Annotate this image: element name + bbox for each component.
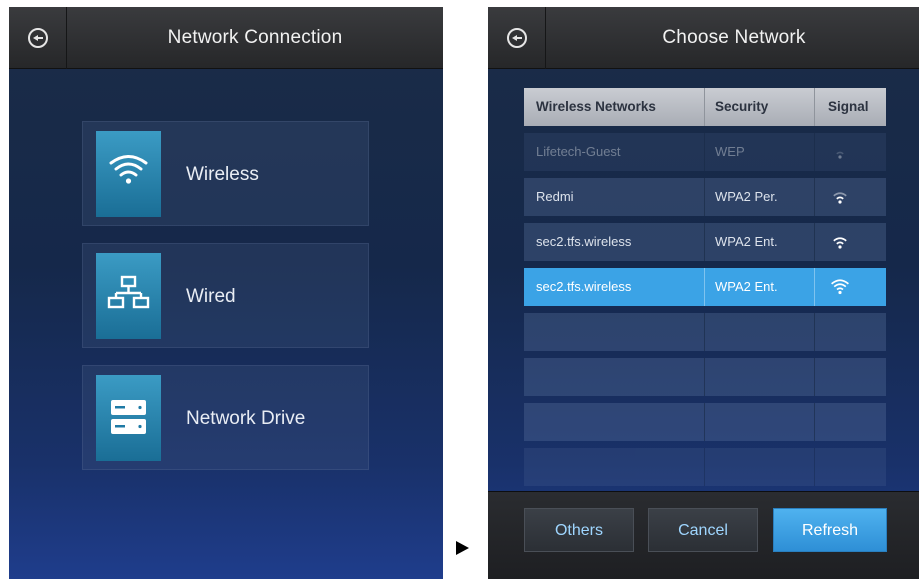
table-row[interactable]: Lifetech-Guest WEP <box>524 133 886 171</box>
transition-arrow-icon <box>456 541 469 555</box>
signal-full-icon <box>830 277 850 297</box>
table-row-selected[interactable]: sec2.tfs.wireless WPA2 Ent. <box>524 268 886 306</box>
signal-medium-icon <box>830 187 850 207</box>
network-name: sec2.tfs.wireless <box>536 234 632 249</box>
wired-option[interactable]: Wired <box>82 243 369 348</box>
network-connection-screen: Network Connection Wireless Wired Networ… <box>9 7 443 579</box>
empty-table-row <box>524 358 886 396</box>
refresh-button[interactable]: Refresh <box>773 508 887 552</box>
server-drive-icon <box>96 375 161 461</box>
bottom-action-bar: Others Cancel Refresh <box>488 491 919 579</box>
back-button[interactable] <box>9 7 67 69</box>
table-header: Wireless Networks Security Signal <box>524 88 886 126</box>
network-drive-option[interactable]: Network Drive <box>82 365 369 470</box>
wireless-label: Wireless <box>186 164 259 185</box>
network-security: WPA2 Ent. <box>715 279 778 294</box>
page-title: Network Connection <box>167 27 343 48</box>
wired-label: Wired <box>186 286 236 307</box>
table-row[interactable]: Redmi WPA2 Per. <box>524 178 886 216</box>
network-name: Redmi <box>536 189 574 204</box>
back-arrow-icon <box>507 28 527 48</box>
wireless-option[interactable]: Wireless <box>82 121 369 226</box>
network-tree-icon <box>96 253 161 339</box>
page-title: Choose Network <box>662 27 806 48</box>
network-security: WEP <box>715 144 745 159</box>
others-button[interactable]: Others <box>524 508 634 552</box>
signal-strong-icon <box>830 232 850 252</box>
network-drive-label: Network Drive <box>186 408 306 429</box>
cancel-button[interactable]: Cancel <box>648 508 758 552</box>
network-security: WPA2 Per. <box>715 189 778 204</box>
network-security: WPA2 Ent. <box>715 234 778 249</box>
choose-network-screen: Choose Network Wireless Networks Securit… <box>488 7 919 579</box>
empty-table-row <box>524 448 886 486</box>
network-name: Lifetech-Guest <box>536 144 621 159</box>
network-name: sec2.tfs.wireless <box>536 279 632 294</box>
header-security: Security <box>715 99 769 114</box>
empty-table-row <box>524 313 886 351</box>
empty-table-row <box>524 403 886 441</box>
header-wireless-networks: Wireless Networks <box>536 99 656 114</box>
title-bar: Network Connection <box>9 7 443 69</box>
table-row[interactable]: sec2.tfs.wireless WPA2 Ent. <box>524 223 886 261</box>
wifi-icon <box>96 131 161 217</box>
back-arrow-icon <box>28 28 48 48</box>
back-button[interactable] <box>488 7 546 69</box>
signal-weak-icon <box>830 142 850 162</box>
header-signal: Signal <box>828 99 869 114</box>
title-bar: Choose Network <box>488 7 919 69</box>
